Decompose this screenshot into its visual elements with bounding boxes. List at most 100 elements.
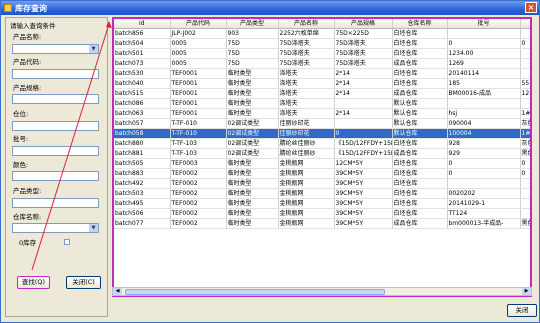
table-row[interactable]: batch057T-TF-01002调试类型佳丽纱印花 默认仓库090004灰色 <box>114 118 530 130</box>
column-header[interactable]: 颜色 <box>520 19 530 30</box>
product-spec-input[interactable] <box>12 94 99 104</box>
product-type-input[interactable] <box>12 198 99 208</box>
color-input[interactable] <box>12 171 99 181</box>
window-title: 库存查询 <box>15 4 47 13</box>
column-header[interactable]: 批号 <box>447 19 521 30</box>
warehouse-name-select[interactable] <box>12 223 99 233</box>
scroll-left-icon[interactable]: ◀ <box>113 288 122 295</box>
table-cell: 1#纯蓝 <box>520 128 530 140</box>
table-cell: 《15D/12FFDY+15D <box>334 148 393 160</box>
filter-group-title: 请输入查询条件 <box>10 22 56 30</box>
table-cell: TEF0002 <box>170 198 227 210</box>
horizontal-scrollbar[interactable]: ◀ ▶ <box>112 287 532 296</box>
close-button[interactable]: 关闭 <box>507 304 537 317</box>
table-cell: 白坯仓库 <box>392 188 448 200</box>
table-cell: 黑色 <box>520 218 530 230</box>
table-cell: 金桃瓶网 <box>278 198 335 210</box>
table-cell <box>520 98 530 110</box>
table-row[interactable]: batch881 T-TF-103 02调试类型 腈纶丝佳丽纱 《15D/12FFDY+… <box>114 148 530 160</box>
table-cell: 金桃瓶网 <box>278 188 335 200</box>
table-cell: 白坯仓库 <box>392 168 448 180</box>
table-cell: batch057 <box>114 118 171 130</box>
column-header[interactable]: 产品类型 <box>226 19 279 30</box>
table-row[interactable]: batch505 TEF0003 临时类型 金桃瓶网 12CM*5Y 白坯仓库 0 0 <box>114 158 530 170</box>
product-code-label: 产品代码: <box>13 58 42 66</box>
table-cell: 白坯仓库 <box>392 178 448 190</box>
table-cell: 临时类型 <box>226 208 279 220</box>
zero-stock-checkbox[interactable] <box>64 239 70 245</box>
table-cell: 39CM*5Y <box>334 198 393 210</box>
table-cell: 1234.00 <box>447 48 521 60</box>
table-cell <box>447 28 521 40</box>
table-cell: batch073 <box>114 58 171 70</box>
table-cell <box>520 68 530 80</box>
column-header[interactable]: 产品代码 <box>170 19 227 30</box>
find-button[interactable]: 查找(Q) <box>17 276 50 289</box>
table-row[interactable]: batch501 0005 75D 75D涤塔夫 75D涤塔夫 白坯仓库 1234.00 <box>114 48 530 60</box>
column-header[interactable]: 仓库名称 <box>392 19 448 30</box>
table-cell: 金桃瓶网 <box>278 168 335 180</box>
color-label: 颜色: <box>13 161 29 169</box>
table-cell: 75D <box>226 48 279 60</box>
scrollbar-thumb[interactable] <box>125 289 385 295</box>
table-row[interactable]: batch058 T-TF-010 02调试类型 佳丽纱印花 0 默认仓库 100004 1#… <box>114 128 530 140</box>
product-code-input[interactable] <box>12 69 99 79</box>
table-cell: T-TF-103 <box>170 138 227 150</box>
table-cell: TEF0001 <box>170 68 227 80</box>
grid-header-row: id产品代码产品类型产品名称产品规格仓库名称批号颜色 <box>114 19 530 30</box>
table-row[interactable]: batch880 T-TF-103 02调试类型 腈纶丝佳丽纱 《15D/12FFDY+… <box>114 138 530 150</box>
table-cell: 0 <box>447 168 521 180</box>
table-cell: 佳丽纱印花 <box>278 128 335 140</box>
table-row[interactable]: batch492 TEF0002 临时类型 金桃瓶网 39CM*5Y 白坯仓库 <box>114 178 530 190</box>
table-cell: 0 <box>520 38 530 50</box>
table-row[interactable]: batch040 TEF0001 临时类型 涤塔夫 2*14 白坯仓库 185 55 <box>114 78 530 90</box>
table-row[interactable]: batch883 TEF0002 临时类型 金桃瓶网 39CM*5Y 白坯仓库 0 0 <box>114 168 530 180</box>
table-cell: batch530 <box>114 68 171 80</box>
table-cell: 白坯仓库 <box>392 48 448 60</box>
table-cell <box>520 178 530 190</box>
table-cell: 2*14 <box>334 108 393 120</box>
table-cell <box>520 188 530 200</box>
table-row[interactable]: batch856 JLP-J002 903 2252六枚单绵 75D×225D 白坯仓库 <box>114 28 530 40</box>
table-cell: 成品仓库 <box>392 218 448 230</box>
table-cell: 临时类型 <box>226 198 279 210</box>
column-header[interactable]: 产品规格 <box>334 19 393 30</box>
table-row[interactable]: batch503 TEF0002 临时类型 金桃瓶网 39CM*5Y 白坯仓库 002020… <box>114 188 530 200</box>
table-row[interactable]: batch530 TEF0001 临时类型 涤塔夫 2*14 白坯仓库 20140114 <box>114 68 530 80</box>
table-row[interactable]: batch086 TEF0001 临时类型 涤塔夫 默认仓库 <box>114 98 530 110</box>
table-cell: 成品仓库 <box>392 88 448 100</box>
table-cell: 02调试类型 <box>226 128 279 140</box>
table-cell: TEF0002 <box>170 168 227 180</box>
table-cell: 白坯仓库 <box>392 28 448 40</box>
table-row[interactable]: batch515 TEF0001 临时类型 涤塔夫 2*14 成品仓库 BM00016-成品… <box>114 88 530 100</box>
close-filter-button[interactable]: 关闭(C) <box>66 276 101 289</box>
table-cell: 0 <box>447 158 521 170</box>
batch-input[interactable] <box>12 146 99 156</box>
table-row[interactable]: batch063TEF0001临时类型涤塔夫2*14默认仓库hsj1#纯蓝 <box>114 108 530 120</box>
table-cell: 腈纶丝佳丽纱 <box>278 138 335 150</box>
location-input[interactable] <box>12 121 99 131</box>
table-cell: BM00016-成品 <box>447 88 521 100</box>
table-cell: 100004 <box>447 128 521 140</box>
column-header[interactable]: 产品名称 <box>278 19 335 30</box>
table-cell: batch883 <box>114 168 171 180</box>
inventory-grid[interactable]: id产品代码产品类型产品名称产品规格仓库名称批号颜色 batch856JLP-J… <box>112 17 532 297</box>
column-header[interactable]: id <box>114 19 171 30</box>
product-name-select[interactable] <box>12 44 99 54</box>
table-cell: 默认仓库 <box>392 98 448 110</box>
close-icon[interactable]: × <box>525 2 537 13</box>
scroll-right-icon[interactable]: ▶ <box>522 288 531 295</box>
filter-panel: 请输入查询条件 产品名称: 产品代码: 产品规格: 仓位: 批号: 颜色: 产品… <box>5 17 108 317</box>
table-cell: 0 <box>520 158 530 170</box>
table-row[interactable]: batch073 0005 75D 75D涤塔夫 75D涤塔夫 成品仓库 1269 <box>114 58 530 70</box>
table-cell: 75D涤塔夫 <box>278 48 335 60</box>
table-cell: 2*14 <box>334 68 393 80</box>
table-cell <box>334 98 393 110</box>
table-row[interactable]: batch077 TEF0002 临时类型 金桃瓶网 39CM*5Y 成品仓库 bm0000… <box>114 218 530 230</box>
table-row[interactable]: batch506 TEF0002 临时类型 金桃瓶网 39CM*5Y 白坯仓库 TT124 <box>114 208 530 220</box>
table-cell: batch063 <box>114 108 171 120</box>
table-row[interactable]: batch504 0005 75D 75D涤塔夫 75D涤塔夫 白坯仓库 0 0 <box>114 38 530 50</box>
table-cell: 白坯仓库 <box>392 68 448 80</box>
table-cell: 临时类型 <box>226 178 279 190</box>
table-row[interactable]: batch495 TEF0002 临时类型 金桃瓶网 39CM*5Y 白坯仓库 201410… <box>114 198 530 210</box>
